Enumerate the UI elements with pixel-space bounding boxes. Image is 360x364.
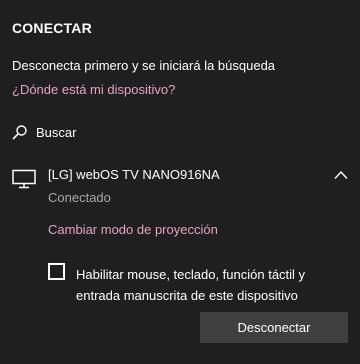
change-projection-mode-link[interactable]: Cambiar modo de proyección (48, 222, 218, 237)
panel-title: CONECTAR (12, 20, 92, 36)
connect-panel: CONECTAR Desconecta primero y se iniciar… (0, 0, 360, 364)
enable-input-checkbox[interactable] (48, 263, 65, 280)
search-label: Buscar (36, 124, 77, 140)
tv-icon (12, 169, 36, 189)
search-icon (12, 124, 28, 140)
panel-subtitle: Desconecta primero y se iniciará la búsq… (12, 58, 276, 73)
where-is-my-device-link[interactable]: ¿Dónde está mi dispositivo? (12, 82, 175, 97)
enable-input-checkbox-label[interactable]: Habilitar mouse, teclado, función táctil… (76, 264, 352, 306)
device-name: [LG] webOS TV NANO916NA (48, 167, 220, 182)
search-button[interactable]: Buscar (12, 122, 76, 142)
disconnect-button[interactable]: Desconectar (200, 312, 348, 343)
chevron-up-icon[interactable] (334, 170, 348, 180)
device-status: Conectado (48, 190, 111, 205)
